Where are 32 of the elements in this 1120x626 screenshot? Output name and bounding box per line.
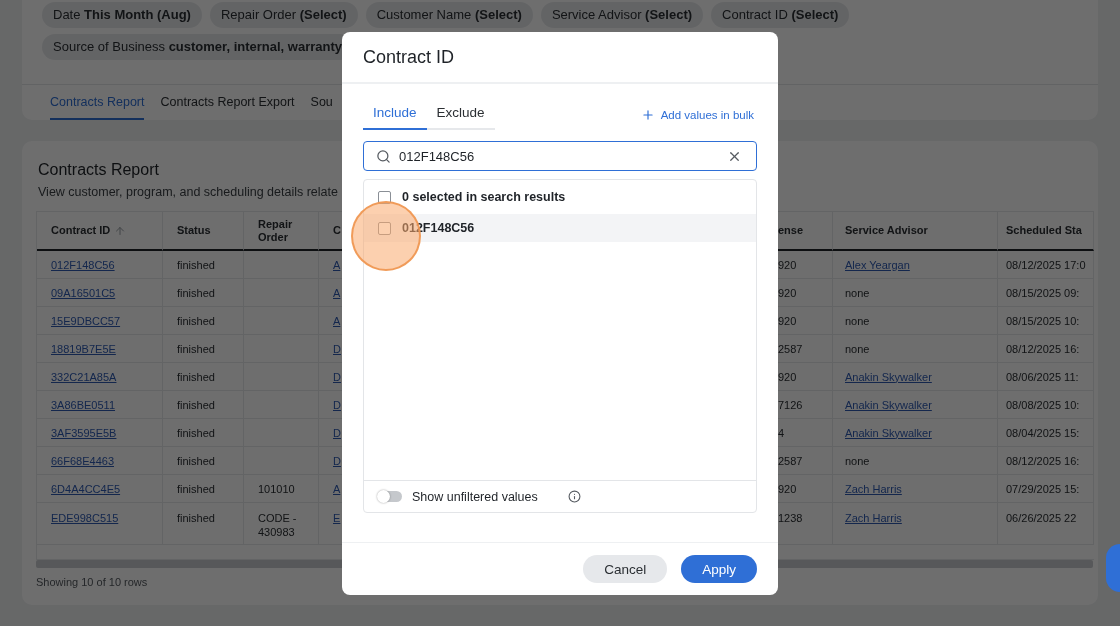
table-cell: 101010 [244,475,319,503]
table-cell: none [833,307,998,335]
table-cell: 08/04/2025 15: [998,419,1094,447]
table-cell: 08/15/2025 09: [998,279,1094,307]
dialog-title: Contract ID [342,32,778,84]
table-cell: CODE - 430983 [244,503,319,545]
table-cell: finished [163,363,244,391]
table-cell: 07/29/2025 15: [998,475,1094,503]
row-count: Showing 10 of 10 rows [36,576,149,588]
table-cell: 08/08/2025 10: [998,391,1094,419]
table-cell: finished [163,419,244,447]
table-cell: finished [163,307,244,335]
table-cell: 08/12/2025 16: [998,447,1094,475]
select-all-label: 0 selected in search results [402,190,566,204]
table-cell: 06/26/2025 22 [998,503,1094,545]
table-cell: finished [163,447,244,475]
toggle-label: Show unfiltered values [412,489,538,504]
table-cell: finished [163,251,244,279]
table-cell: none [833,279,998,307]
report-description: View customer, program, and scheduling details relate [38,185,338,199]
table-cell: finished [163,279,244,307]
table-cell: none [833,447,998,475]
table-cell: 08/12/2025 16: [998,335,1094,363]
report-title: Contracts Report [38,160,160,180]
table-cell: 08/15/2025 10: [998,307,1094,335]
table-cell: 08/06/2025 11: [998,363,1094,391]
table-cell: finished [163,335,244,363]
table-cell: none [833,335,998,363]
table-cell: 08/12/2025 17:0 [998,251,1094,279]
table-cell: finished [163,503,244,545]
table-cell: finished [163,475,244,503]
table-cell: finished [163,391,244,419]
